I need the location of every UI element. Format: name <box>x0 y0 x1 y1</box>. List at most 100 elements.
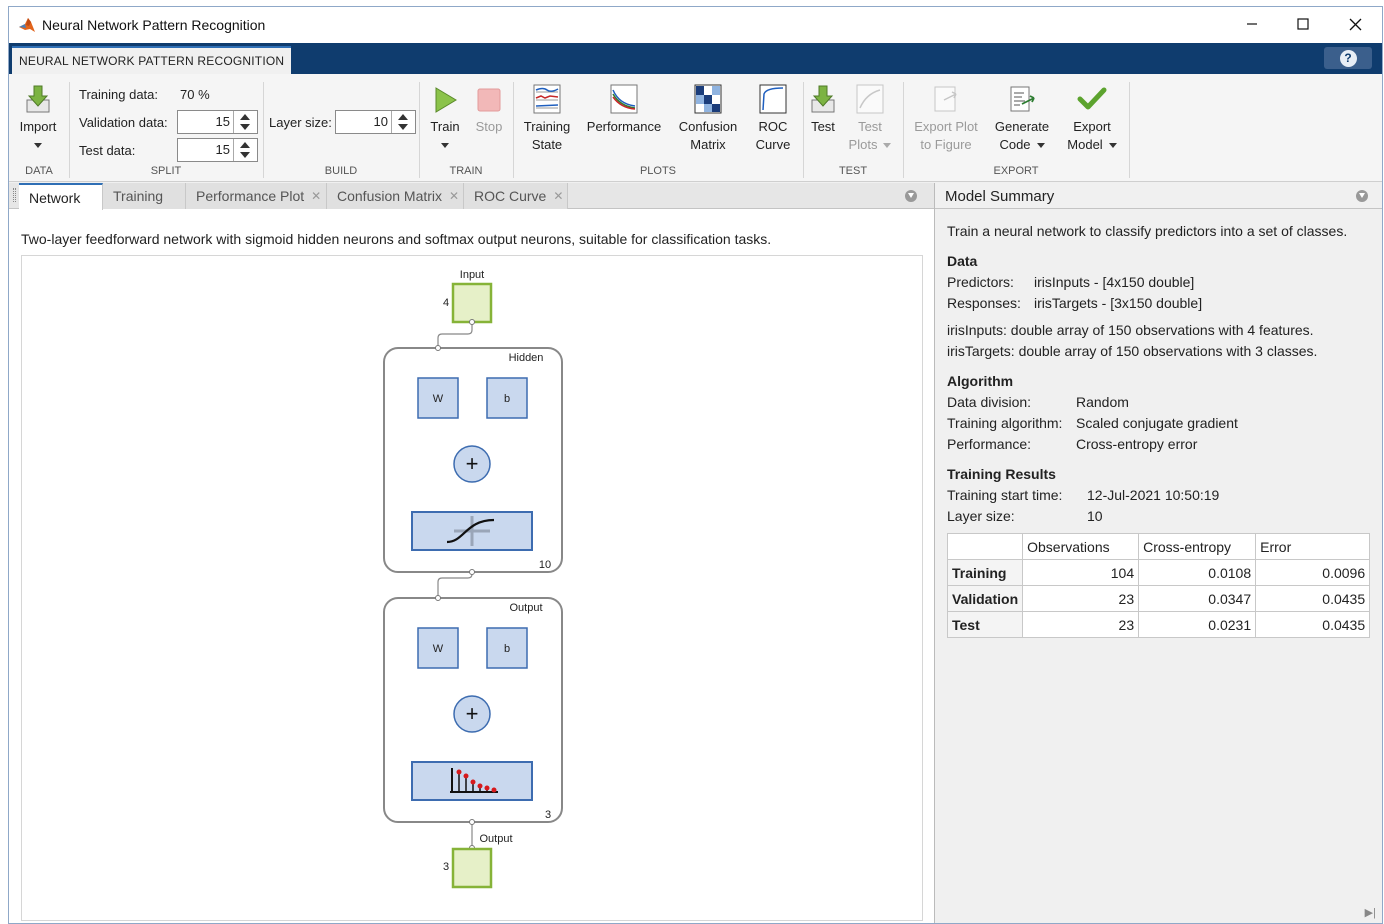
tab-training[interactable]: Training <box>103 183 186 209</box>
validation-data-label: Validation data: <box>79 115 168 130</box>
table-cell: 23 <box>1022 611 1140 638</box>
generate-code-button[interactable]: Generate Code <box>989 84 1055 154</box>
model-summary-panel: Model Summary Train a neural network to … <box>935 183 1382 923</box>
close-tab-icon[interactable]: ✕ <box>311 189 321 203</box>
algorithm-heading: Algorithm <box>947 373 1014 389</box>
export-model-label-text: Model <box>1067 137 1103 152</box>
generate-code-label-2: Code <box>989 136 1055 154</box>
table-header-corner <box>946 533 1024 560</box>
minimize-button[interactable] <box>1226 7 1278 41</box>
train-label: Train <box>430 119 460 134</box>
test-plots-icon <box>856 84 884 114</box>
toolstrip-tab[interactable]: NEURAL NETWORK PATTERN RECOGNITION <box>12 46 292 74</box>
start-time-value: 12-Jul-2021 10:50:19 <box>1087 487 1220 503</box>
tab-confusion-matrix[interactable]: Confusion Matrix ✕ <box>327 183 464 209</box>
separator <box>1129 82 1130 178</box>
spinner-arrows-icon[interactable] <box>391 111 415 133</box>
network-diagram: Input 4 Hidden W b + 10 Output W b + 3 O… <box>21 255 923 921</box>
section-plots: PLOTS <box>639 165 677 177</box>
stop-button[interactable]: Stop <box>469 86 509 136</box>
summary-layer-size-label: Layer size: <box>947 508 1015 524</box>
drag-grip-icon[interactable] <box>13 188 16 202</box>
tab-network[interactable]: Network <box>19 183 103 210</box>
train-button[interactable]: Train <box>423 86 467 154</box>
predictors-value: irisInputs - [4x150 double] <box>1034 274 1195 290</box>
training-state-button[interactable]: Training State <box>517 84 577 154</box>
algorithm-label: Training algorithm: <box>947 415 1063 431</box>
connector-dot <box>435 345 441 351</box>
panel-options-icon[interactable] <box>1356 190 1368 202</box>
predictors-row: Predictors: irisInputs - [4x150 double] <box>947 272 1347 293</box>
stop-label: Stop <box>475 119 503 134</box>
separator <box>903 82 904 178</box>
row-label-validation: Validation <box>946 585 1024 612</box>
table-cell: 0.0108 <box>1138 559 1257 586</box>
table-cell: 0.0231 <box>1138 611 1257 638</box>
panel-options-icon[interactable] <box>905 190 917 202</box>
training-data-label: Training data: <box>79 87 159 102</box>
export-model-label-1: Export <box>1073 119 1111 134</box>
start-time-row: Training start time: 12-Jul-2021 10:50:1… <box>947 485 1347 506</box>
export-plot-button[interactable]: Export Plot to Figure <box>907 84 985 154</box>
section-build: BUILD <box>324 165 358 177</box>
import-button[interactable]: Import <box>15 84 61 154</box>
spinner-arrows-icon[interactable] <box>233 111 257 133</box>
confusion-matrix-button[interactable]: Confusion Matrix <box>673 84 743 154</box>
section-export: EXPORT <box>993 165 1039 177</box>
tab-network-label: Network <box>29 189 81 206</box>
algorithm-row: Training algorithm: Scaled conjugate gra… <box>947 413 1347 434</box>
toolstrip: Import DATA Training data: 70 % Validati… <box>9 74 1382 244</box>
layer-size-spinner[interactable]: 10 <box>335 110 416 134</box>
summary-layer-size-value: 10 <box>1087 508 1103 524</box>
test-plots-button[interactable]: Test Plots <box>845 84 895 154</box>
separator <box>803 82 804 178</box>
input-node-label: Input <box>460 269 484 281</box>
validation-data-spinner[interactable]: 15 <box>177 110 258 134</box>
skip-to-end-icon[interactable]: ▶| <box>1365 906 1376 919</box>
section-split: SPLIT <box>150 165 182 177</box>
help-button[interactable]: ? <box>1324 47 1372 69</box>
export-model-button[interactable]: Export Model <box>1061 84 1123 154</box>
section-train: TRAIN <box>449 165 483 177</box>
model-summary-content: Train a neural network to classify predi… <box>947 221 1347 527</box>
responses-label: Responses: <box>947 295 1021 311</box>
layer-size-value: 10 <box>373 114 388 129</box>
test-button[interactable]: Test <box>805 84 841 136</box>
maximize-icon <box>1297 18 1309 30</box>
confusion-label-2: Matrix <box>690 137 726 152</box>
close-tab-icon[interactable]: ✕ <box>449 189 459 203</box>
stop-icon <box>477 88 501 112</box>
separator <box>263 82 264 178</box>
training-results-table: Observations Cross-entropy Error Trainin… <box>946 533 1371 638</box>
training-state-icon <box>533 84 561 114</box>
confusion-label-1: Confusion <box>678 119 738 134</box>
tab-roc-curve-label: ROC Curve <box>474 188 547 204</box>
generate-code-icon <box>1010 86 1035 112</box>
test-plots-label-text: Plots <box>848 137 878 152</box>
training-state-label-1: Training <box>523 119 571 134</box>
connector-dot <box>469 819 475 825</box>
tab-performance-plot[interactable]: Performance Plot ✕ <box>186 183 327 209</box>
performance-button[interactable]: Performance <box>581 84 667 136</box>
output-size-label: 3 <box>545 809 551 821</box>
tab-roc-curve[interactable]: ROC Curve ✕ <box>464 183 568 209</box>
spinner-arrows-icon[interactable] <box>233 139 257 161</box>
performance-label: Performance <box>586 119 662 134</box>
roc-curve-button[interactable]: ROC Curve <box>751 84 795 154</box>
division-label: Data division: <box>947 394 1032 410</box>
output-layer-label: Output <box>509 602 542 614</box>
output-node <box>451 847 493 889</box>
generate-code-label-text: Code <box>999 137 1031 152</box>
window-title: Neural Network Pattern Recognition <box>42 17 266 33</box>
close-button[interactable] <box>1329 7 1381 41</box>
matlab-logo-icon <box>19 18 35 32</box>
performance-label: Performance: <box>947 436 1032 452</box>
table-cell: 0.0435 <box>1255 585 1371 612</box>
division-value: Random <box>1076 394 1129 410</box>
output-node-size-label: 3 <box>443 861 449 873</box>
test-data-spinner[interactable]: 15 <box>177 138 258 162</box>
maximize-button[interactable] <box>1277 7 1329 41</box>
left-panel: Network Training Performance Plot ✕ Confu… <box>9 183 935 923</box>
section-test: TEST <box>838 165 868 177</box>
close-tab-icon[interactable]: ✕ <box>553 189 563 203</box>
